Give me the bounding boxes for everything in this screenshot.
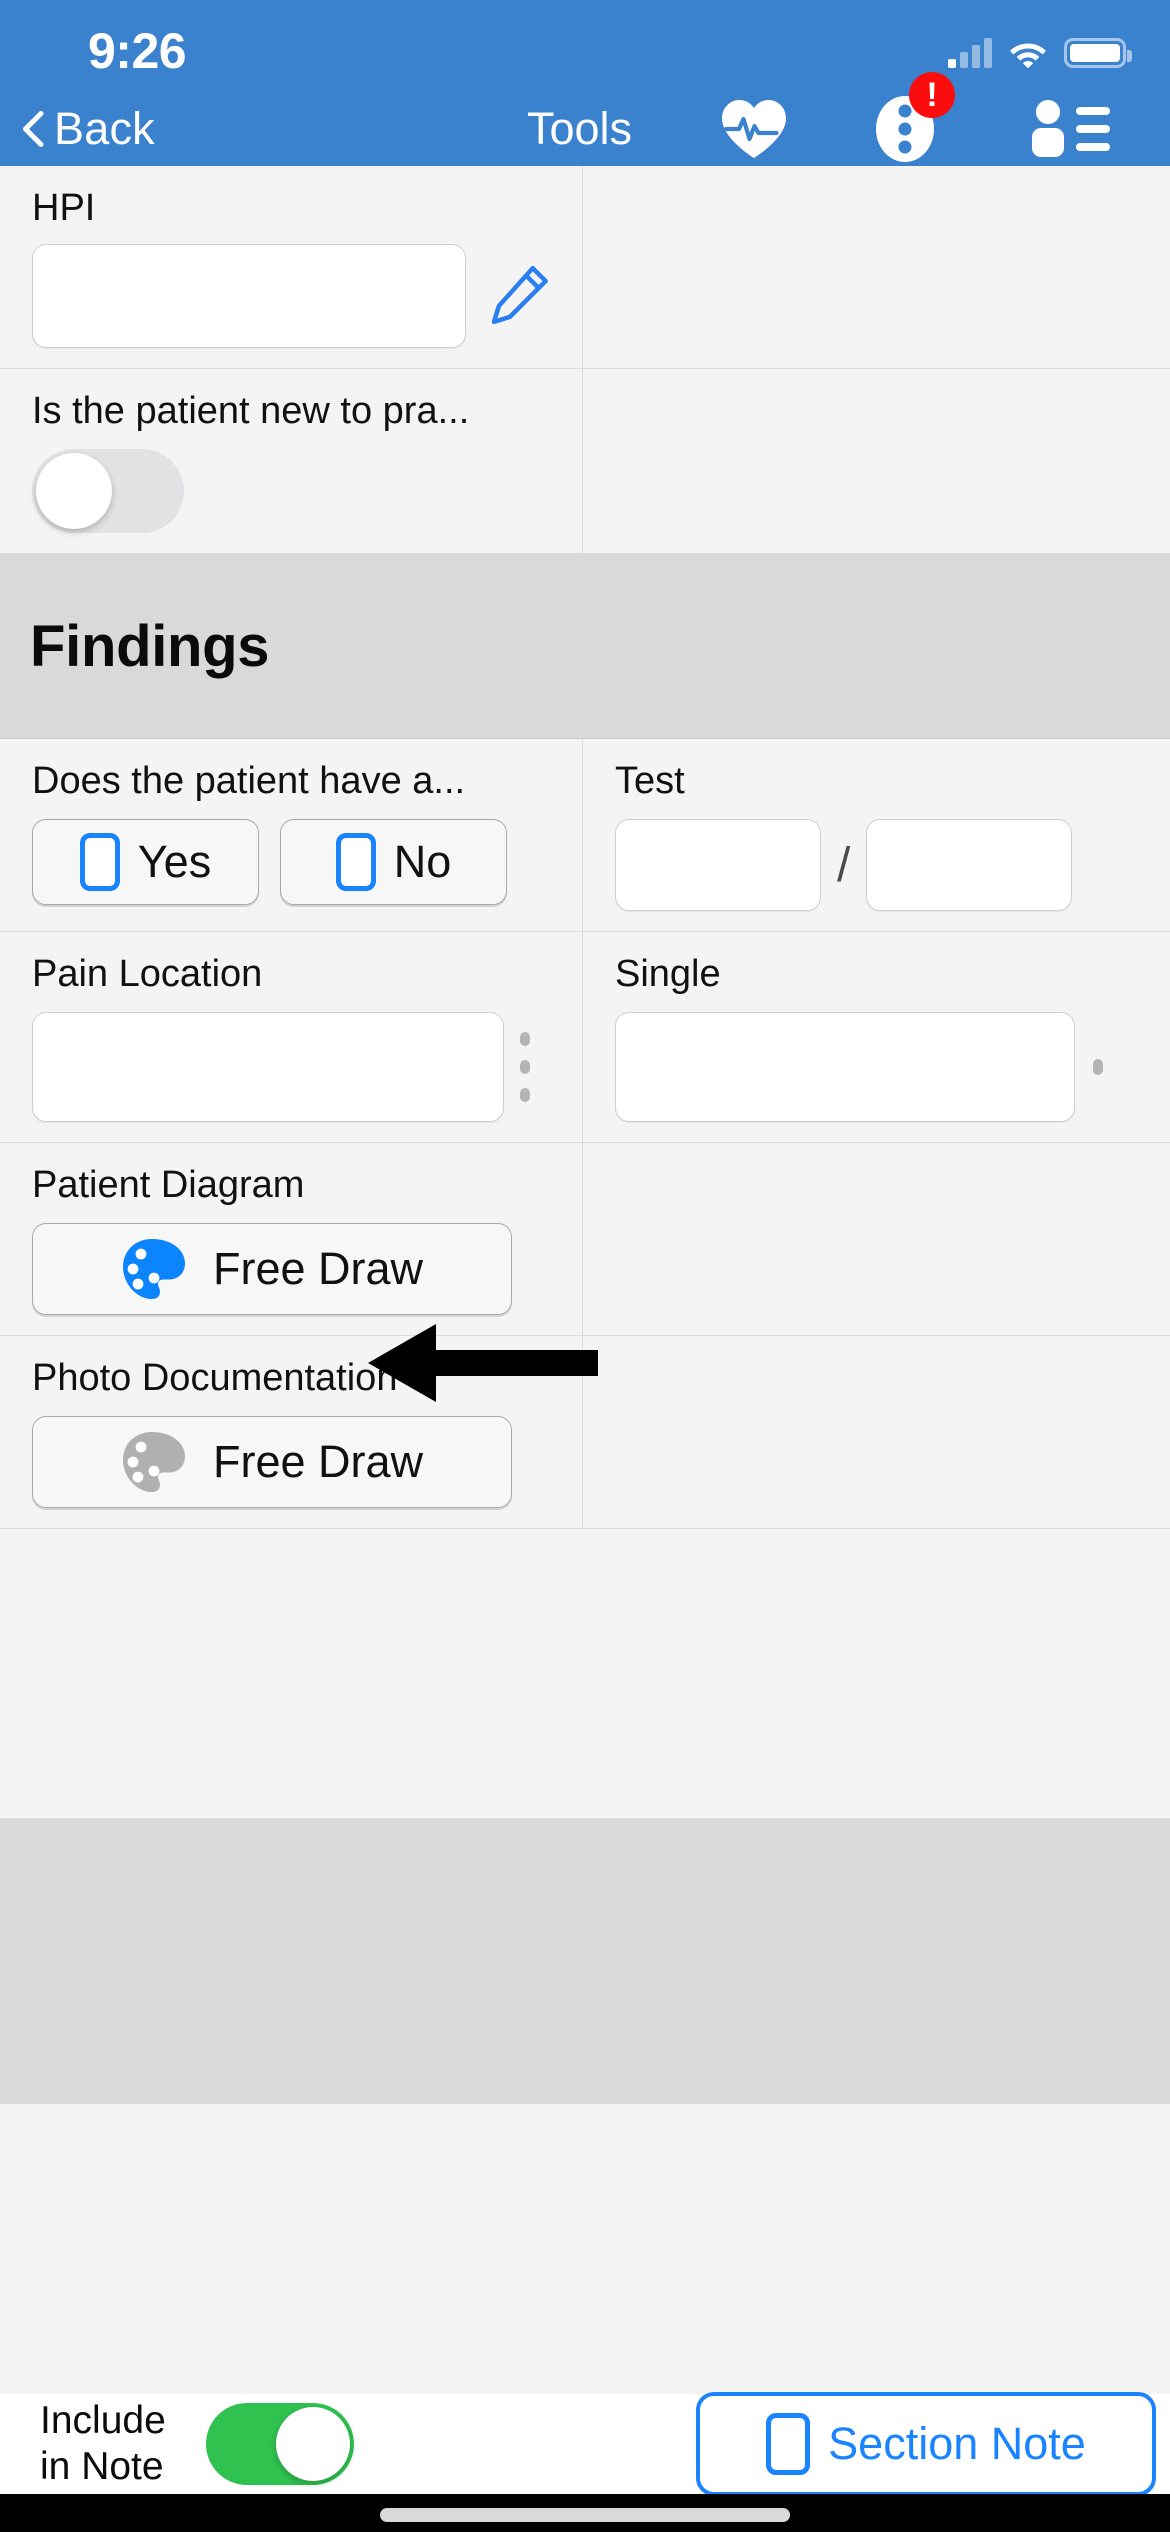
form-row-pain-single: Pain Location Single (0, 932, 1170, 1143)
navigation-bar: Back Tools ! (0, 72, 1170, 166)
include-in-note-toggle[interactable] (206, 2403, 354, 2485)
patient-diagram-right-empty (583, 1143, 1170, 1335)
photo-documentation-button-label: Free Draw (212, 1436, 424, 1487)
alert-badge: ! (909, 72, 955, 118)
form-row-patient-diagram: Patient Diagram Free Draw (0, 1143, 1170, 1336)
checkbox-icon (79, 833, 120, 891)
checkbox-icon (335, 833, 376, 891)
patient-new-toggle[interactable] (32, 449, 184, 533)
photo-documentation-right-empty (583, 1336, 1170, 1528)
patient-diagram-button-label: Free Draw (212, 1243, 424, 1294)
patient-new-right-empty (583, 369, 1170, 553)
patient-list-icon[interactable] (1028, 99, 1112, 159)
pain-location-label: Pain Location (32, 953, 263, 995)
tools-button[interactable]: Tools (527, 103, 632, 155)
wifi-icon (1010, 43, 1046, 68)
form-row-condition-test: Does the patient have a... Yes No Test / (0, 739, 1170, 932)
status-bar: 9:26 (0, 0, 1170, 92)
vertical-dots-icon[interactable] (520, 1032, 530, 1102)
hpi-cell: HPI (0, 166, 583, 368)
section-header-findings: Findings (0, 554, 1170, 739)
checkbox-icon (766, 2413, 811, 2475)
form-row-patient-new: Is the patient new to pra... (0, 369, 1170, 554)
condition-option-no-label: No (393, 836, 452, 887)
single-cell: Single (583, 932, 1170, 1142)
palette-icon (122, 1432, 185, 1492)
back-label: Back (54, 103, 155, 154)
condition-option-yes[interactable]: Yes (32, 819, 259, 905)
section-note-label: Section Note (828, 2418, 1086, 2469)
section-note-button[interactable]: Section Note (696, 2392, 1156, 2496)
pain-location-cell: Pain Location (0, 932, 583, 1142)
home-indicator[interactable] (380, 2508, 790, 2522)
single-label: Single (615, 953, 721, 995)
form-content: HPI Is the patient new to pra... Finding… (0, 166, 1170, 2394)
test-separator: / (837, 838, 851, 892)
condition-option-yes-label: Yes (137, 836, 212, 887)
patient-diagram-free-draw-button[interactable]: Free Draw (32, 1223, 512, 1315)
empty-form-area (0, 1529, 1170, 1819)
hpi-right-empty (583, 166, 1170, 368)
form-row-hpi: HPI (0, 166, 1170, 369)
condition-label: Does the patient have a... (32, 760, 466, 802)
palette-icon (122, 1239, 185, 1299)
battery-icon (1064, 38, 1132, 68)
status-indicators (948, 28, 1132, 68)
bottom-bar: Include in Note Section Note (0, 2392, 1170, 2496)
chevron-left-icon (23, 111, 44, 147)
test-numerator-input[interactable] (615, 819, 821, 911)
cellular-signal-icon (948, 38, 992, 68)
back-button[interactable]: Back (22, 103, 155, 155)
pencil-icon[interactable] (488, 264, 550, 328)
heart-pulse-icon[interactable] (720, 98, 788, 160)
form-row-photo-documentation: Photo Documentation Free Draw (0, 1336, 1170, 1529)
app-screen: 9:26 Back Tools ! HPI Is the patient new… (0, 0, 1170, 2532)
status-time: 9:26 (88, 23, 187, 79)
form-bottom-spacer (0, 1819, 1170, 2104)
patient-new-label: Is the patient new to pra... (32, 390, 470, 432)
section-title: Findings (30, 613, 270, 679)
more-options-button[interactable]: ! (875, 72, 955, 162)
photo-documentation-free-draw-button[interactable]: Free Draw (32, 1416, 512, 1508)
hpi-label: HPI (32, 187, 96, 229)
test-label: Test (615, 760, 685, 802)
include-label-line1: Include (40, 2399, 166, 2442)
dot-icon[interactable] (1093, 1059, 1103, 1075)
photo-documentation-label: Photo Documentation (32, 1357, 398, 1399)
condition-option-no[interactable]: No (280, 819, 507, 905)
include-in-note-label: Include in Note (40, 2398, 198, 2490)
home-indicator-area (0, 2494, 1170, 2532)
include-in-note-group: Include in Note (40, 2398, 354, 2490)
hpi-input[interactable] (32, 244, 467, 348)
patient-diagram-cell: Patient Diagram Free Draw (0, 1143, 583, 1335)
patient-diagram-label: Patient Diagram (32, 1164, 305, 1206)
patient-new-cell: Is the patient new to pra... (0, 369, 583, 553)
test-cell: Test / (583, 739, 1170, 931)
condition-cell: Does the patient have a... Yes No (0, 739, 583, 931)
single-input[interactable] (615, 1012, 1075, 1122)
include-label-line2: in Note (40, 2445, 164, 2488)
pain-location-input[interactable] (32, 1012, 504, 1122)
test-denominator-input[interactable] (866, 819, 1073, 911)
photo-documentation-cell: Photo Documentation Free Draw (0, 1336, 583, 1528)
